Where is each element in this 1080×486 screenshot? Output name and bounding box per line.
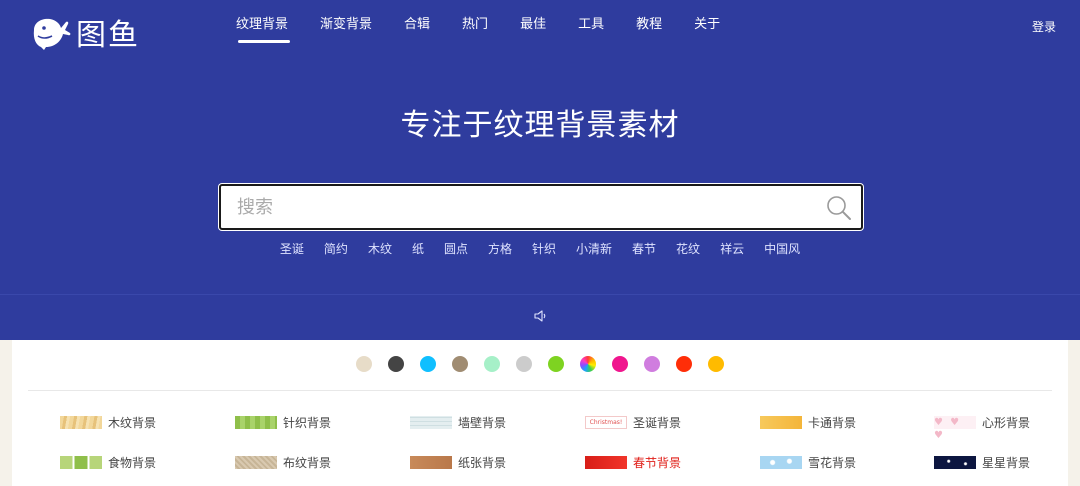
brand-name: 图鱼 (76, 18, 140, 53)
color-filter-9[interactable] (644, 356, 660, 372)
tag-link[interactable]: 简约 (324, 240, 348, 257)
cartoon-thumbnail (760, 416, 802, 429)
paper-thumbnail (410, 456, 452, 469)
color-filter-4[interactable] (484, 356, 500, 372)
wood-thumbnail (60, 416, 102, 429)
content-panel: 木纹背景 针织背景 墙壁背景 Christmas! 圣诞背景 卡通背景 ♥ ♥ ♥ 心形背景食… (12, 340, 1068, 486)
category-item[interactable]: 卡通背景 (760, 414, 856, 431)
logo[interactable]: 图鱼 (30, 10, 140, 54)
snow-thumbnail (760, 456, 802, 469)
fabric-thumbnail (235, 456, 277, 469)
category-item[interactable]: ♥ ♥ ♥ 心形背景 (934, 414, 1031, 441)
nav-item-2[interactable]: 合辑 (404, 0, 430, 48)
category-label: 针织背景 (283, 416, 332, 430)
color-filter-3[interactable] (452, 356, 468, 372)
category-item[interactable]: 布纹背景 (235, 454, 331, 471)
search-box (219, 184, 863, 230)
color-filter-5[interactable] (516, 356, 532, 372)
tag-link[interactable]: 方格 (488, 240, 512, 257)
color-filter-6[interactable] (548, 356, 564, 372)
color-filter-1[interactable] (388, 356, 404, 372)
heart-thumbnail: ♥ ♥ ♥ (934, 416, 976, 441)
login-link[interactable]: 登录 (1032, 18, 1056, 35)
category-label: 圣诞背景 (633, 416, 682, 430)
category-label: 木纹背景 (108, 416, 157, 430)
main-nav: 纹理背景 渐变背景 合辑 热门 最佳 工具 教程 关于 (236, 0, 752, 48)
hero-divider (0, 294, 1080, 295)
whale-logo-icon (33, 18, 71, 50)
color-filter-bar (12, 356, 1068, 372)
category-item[interactable]: 木纹背景 (60, 414, 156, 431)
speaker-icon[interactable] (533, 309, 547, 323)
category-label: 布纹背景 (283, 456, 332, 470)
nav-item-1[interactable]: 渐变背景 (320, 0, 372, 48)
category-item[interactable]: 春节背景 (585, 454, 681, 471)
category-label: 春节背景 (633, 456, 682, 470)
nav-item-4[interactable]: 最佳 (520, 0, 546, 48)
category-label: 星星背景 (982, 456, 1031, 470)
color-filter-7[interactable] (580, 356, 596, 372)
category-item[interactable]: 食物背景 (60, 454, 156, 471)
tag-link[interactable]: 小清新 (576, 240, 612, 257)
category-label: 卡通背景 (808, 416, 857, 430)
color-filter-8[interactable] (612, 356, 628, 372)
color-filter-11[interactable] (708, 356, 724, 372)
tag-link[interactable]: 圆点 (444, 240, 468, 257)
tag-link[interactable]: 中国风 (764, 240, 800, 257)
search-icon[interactable] (825, 194, 853, 222)
tag-link[interactable]: 花纹 (676, 240, 700, 257)
category-label: 墙壁背景 (458, 416, 507, 430)
hot-tags: 圣诞 简约 木纹 纸 圆点 方格 针织 小清新 春节 花纹 祥云 中国风 (0, 238, 1080, 257)
tag-link[interactable]: 纸 (412, 240, 424, 257)
category-label: 食物背景 (108, 456, 157, 470)
hero-banner: 图鱼 纹理背景渐变背景合辑热门最佳工具教程关于 登录 专注于纹理背景素材 圣诞 简… (0, 0, 1080, 340)
nav-item-5[interactable]: 工具 (578, 0, 604, 48)
stars-thumbnail (934, 456, 976, 469)
category-item[interactable]: Christmas! 圣诞背景 (585, 414, 681, 431)
tag-link[interactable]: 祥云 (720, 240, 744, 257)
category-item[interactable]: 雪花背景 (760, 454, 856, 471)
tag-link[interactable]: 针织 (532, 240, 556, 257)
search-input[interactable] (221, 186, 797, 228)
wall-thumbnail (410, 416, 452, 429)
nav-item-6[interactable]: 教程 (636, 0, 662, 48)
category-label: 心形背景 (982, 416, 1031, 430)
nav-item-7[interactable]: 关于 (694, 0, 720, 48)
knit-thumbnail (235, 416, 277, 429)
color-filter-10[interactable] (676, 356, 692, 372)
category-item[interactable]: 针织背景 (235, 414, 331, 431)
page-headline: 专注于纹理背景素材 (400, 108, 680, 143)
category-item[interactable]: 纸张背景 (410, 454, 506, 471)
nav-item-0[interactable]: 纹理背景 (236, 0, 291, 48)
category-item[interactable]: 墙壁背景 (410, 414, 506, 431)
food-thumbnail (60, 456, 102, 469)
color-filter-2[interactable] (420, 356, 436, 372)
category-label: 纸张背景 (458, 456, 507, 470)
springfestival-thumbnail (585, 456, 627, 469)
nav-item-3[interactable]: 热门 (462, 0, 488, 48)
tag-link[interactable]: 圣诞 (280, 240, 304, 257)
content-divider (28, 390, 1052, 391)
tag-link[interactable]: 春节 (632, 240, 656, 257)
category-item[interactable]: 星星背景 (934, 454, 1030, 471)
color-filter-0[interactable] (356, 356, 372, 372)
christmas-thumbnail: Christmas! (585, 416, 627, 429)
tag-link[interactable]: 木纹 (368, 240, 392, 257)
category-label: 雪花背景 (808, 456, 857, 470)
